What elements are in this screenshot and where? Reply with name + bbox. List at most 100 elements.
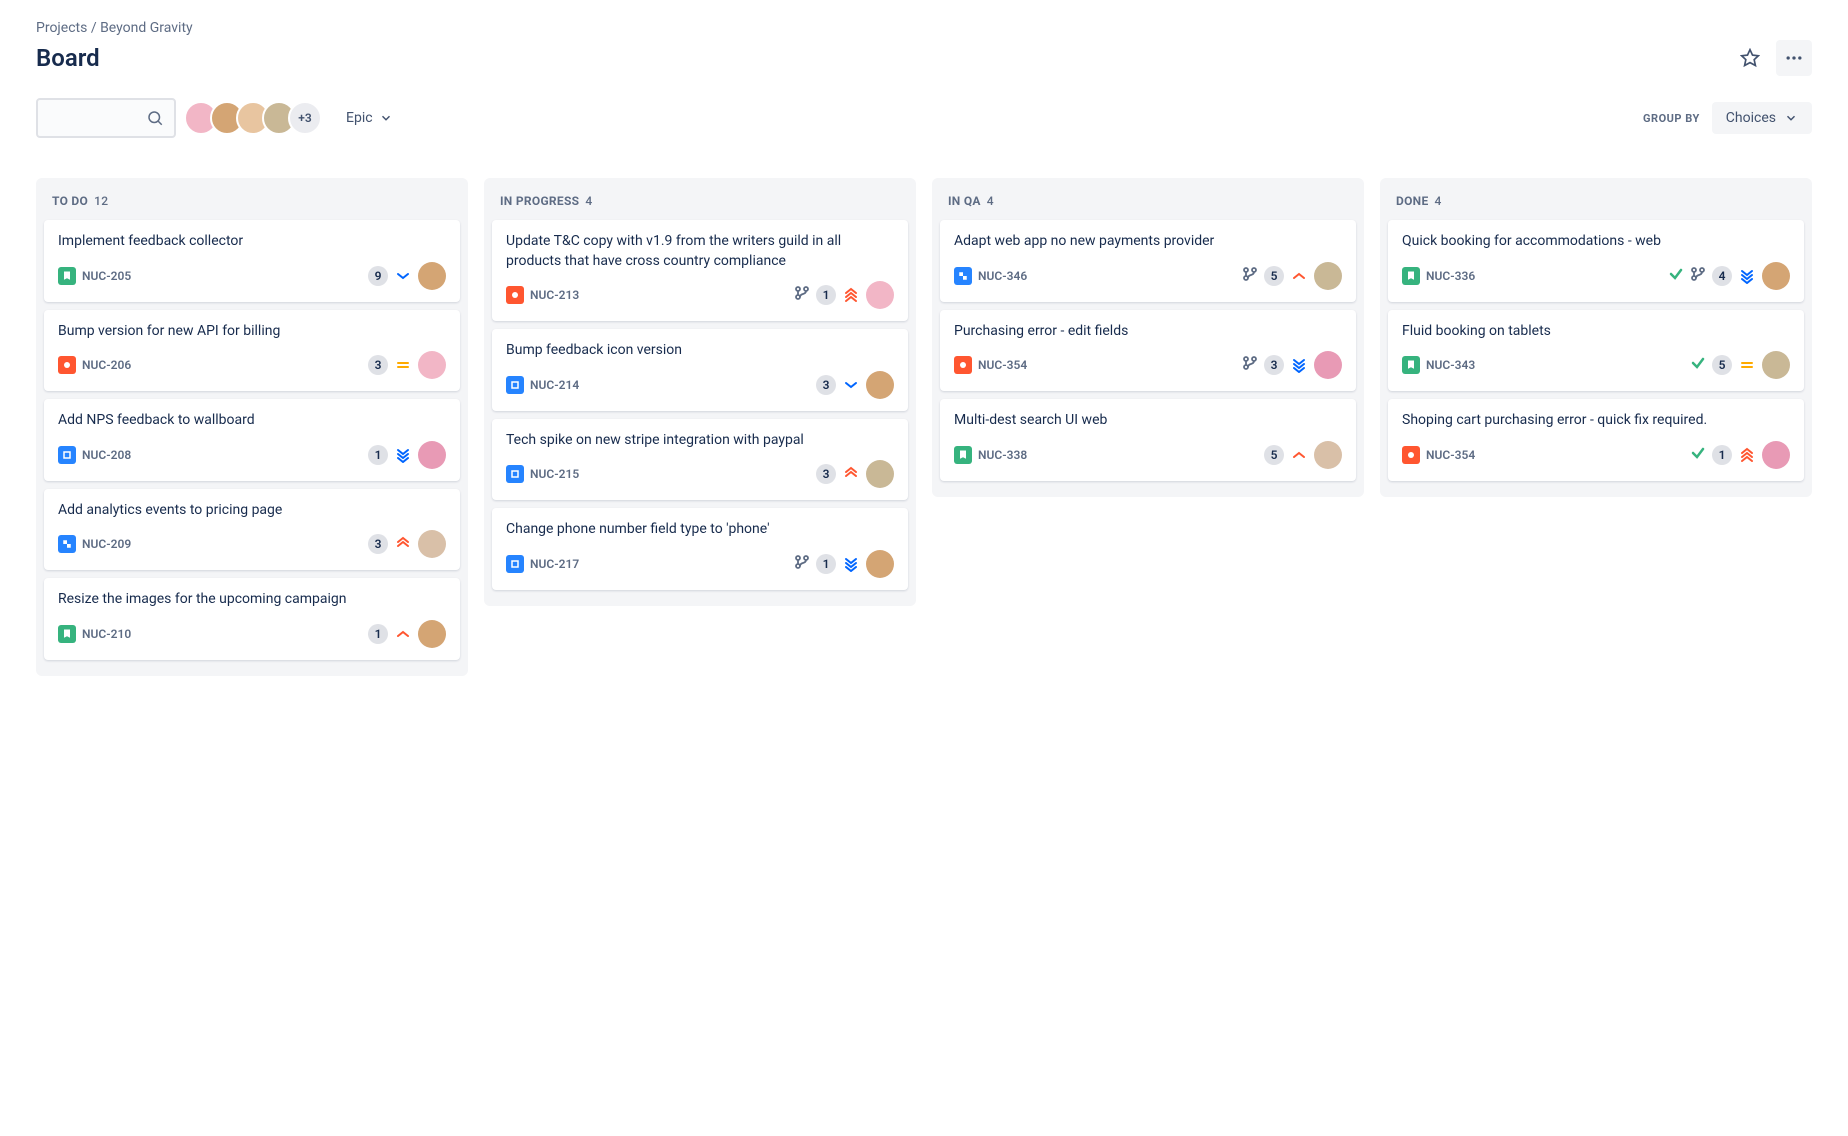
issue-key: NUC-210 xyxy=(82,627,131,641)
branch-icon xyxy=(1242,266,1258,286)
kanban-board: TO DO12 Implement feedback collector NUC… xyxy=(36,178,1812,676)
priority-low-icon xyxy=(842,376,860,394)
story-points-badge: 9 xyxy=(368,266,388,286)
priority-medium-icon xyxy=(394,356,412,374)
story-icon xyxy=(954,446,972,464)
priority-highest-icon xyxy=(842,286,860,304)
assignee-avatar[interactable] xyxy=(866,460,894,488)
star-button[interactable] xyxy=(1732,40,1768,76)
bug-icon xyxy=(506,286,524,304)
story-icon xyxy=(58,625,76,643)
search-input[interactable] xyxy=(36,98,176,138)
card-title: Bump feedback icon version xyxy=(506,341,894,361)
priority-low-icon xyxy=(394,267,412,285)
story-points-badge: 1 xyxy=(816,554,836,574)
issue-card[interactable]: Quick booking for accommodations - web N… xyxy=(1388,220,1804,302)
breadcrumb-project[interactable]: Beyond Gravity xyxy=(100,20,193,36)
issue-key: NUC-214 xyxy=(530,378,579,392)
story-icon xyxy=(58,267,76,285)
star-icon xyxy=(1740,48,1760,68)
breadcrumb-root[interactable]: Projects xyxy=(36,20,87,36)
issue-key: NUC-217 xyxy=(530,557,579,571)
column-count: 4 xyxy=(585,194,592,208)
issue-card[interactable]: Fluid booking on tablets NUC-343 5 xyxy=(1388,310,1804,392)
card-title: Add NPS feedback to wallboard xyxy=(58,411,446,431)
story-icon xyxy=(1402,356,1420,374)
column-header: DONE4 xyxy=(1388,190,1804,220)
issue-card[interactable]: Purchasing error - edit fields NUC-354 3 xyxy=(940,310,1356,392)
priority-medium-icon xyxy=(1738,356,1756,374)
issue-key: NUC-338 xyxy=(978,448,1027,462)
card-title: Purchasing error - edit fields xyxy=(954,322,1342,342)
story-points-badge: 3 xyxy=(816,464,836,484)
assignee-avatar[interactable] xyxy=(866,371,894,399)
check-icon xyxy=(1690,355,1706,375)
assignee-avatar[interactable] xyxy=(1762,441,1790,469)
issue-key: NUC-336 xyxy=(1426,269,1475,283)
story-points-badge: 1 xyxy=(816,285,836,305)
assignee-avatar[interactable] xyxy=(418,351,446,379)
priority-lowest-icon xyxy=(1290,356,1308,374)
chevron-down-icon xyxy=(1784,111,1798,125)
assignee-avatar[interactable] xyxy=(1762,351,1790,379)
assignee-avatar[interactable] xyxy=(418,262,446,290)
story-points-badge: 3 xyxy=(1264,355,1284,375)
task-icon xyxy=(506,465,524,483)
issue-card[interactable]: Bump version for new API for billing NUC… xyxy=(44,310,460,392)
check-icon xyxy=(1668,266,1684,286)
card-title: Resize the images for the upcoming campa… xyxy=(58,590,446,610)
epic-filter[interactable]: Epic xyxy=(338,104,401,132)
story-points-badge: 1 xyxy=(368,624,388,644)
assignee-avatar[interactable] xyxy=(418,530,446,558)
column: TO DO12 Implement feedback collector NUC… xyxy=(36,178,468,676)
issue-card[interactable]: Bump feedback icon version NUC-214 3 xyxy=(492,329,908,411)
breadcrumb: Projects / Beyond Gravity xyxy=(36,20,1812,36)
group-by-label: GROUP BY xyxy=(1643,112,1700,125)
column-header: IN QA4 xyxy=(940,190,1356,220)
group-by-select[interactable]: Choices xyxy=(1712,102,1812,134)
issue-card[interactable]: Update T&C copy with v1.9 from the write… xyxy=(492,220,908,321)
assignee-avatar[interactable] xyxy=(866,281,894,309)
assignee-avatar[interactable] xyxy=(418,620,446,648)
card-title: Fluid booking on tablets xyxy=(1402,322,1790,342)
issue-card[interactable]: Multi-dest search UI web NUC-338 5 xyxy=(940,399,1356,481)
issue-card[interactable]: Adapt web app no new payments provider N… xyxy=(940,220,1356,302)
page-title: Board xyxy=(36,44,100,72)
story-icon xyxy=(1402,267,1420,285)
assignee-avatar[interactable] xyxy=(1314,351,1342,379)
assignee-avatar[interactable] xyxy=(1762,262,1790,290)
issue-key: NUC-205 xyxy=(82,269,131,283)
issue-card[interactable]: Add NPS feedback to wallboard NUC-208 1 xyxy=(44,399,460,481)
assignee-avatar[interactable] xyxy=(418,441,446,469)
assignee-avatar[interactable] xyxy=(866,550,894,578)
assignee-avatar[interactable] xyxy=(1314,262,1342,290)
avatar-overflow[interactable]: +3 xyxy=(288,101,322,135)
check-icon xyxy=(1690,445,1706,465)
bug-icon xyxy=(58,356,76,374)
issue-card[interactable]: Resize the images for the upcoming campa… xyxy=(44,578,460,660)
card-title: Implement feedback collector xyxy=(58,232,446,252)
assignee-avatar[interactable] xyxy=(1314,441,1342,469)
card-title: Quick booking for accommodations - web xyxy=(1402,232,1790,252)
issue-card[interactable]: Shoping cart purchasing error - quick fi… xyxy=(1388,399,1804,481)
issue-card[interactable]: Implement feedback collector NUC-205 9 xyxy=(44,220,460,302)
column-count: 4 xyxy=(1435,194,1442,208)
issue-card[interactable]: Add analytics events to pricing page NUC… xyxy=(44,489,460,571)
priority-highest-icon xyxy=(1738,446,1756,464)
more-button[interactable] xyxy=(1776,40,1812,76)
issue-card[interactable]: Tech spike on new stripe integration wit… xyxy=(492,419,908,501)
issue-card[interactable]: Change phone number field type to 'phone… xyxy=(492,508,908,590)
task-icon xyxy=(58,446,76,464)
chevron-down-icon xyxy=(379,111,393,125)
card-title: Adapt web app no new payments provider xyxy=(954,232,1342,252)
issue-key: NUC-209 xyxy=(82,537,131,551)
column: DONE4 Quick booking for accommodations -… xyxy=(1380,178,1812,497)
column-count: 12 xyxy=(94,194,108,208)
column: IN PROGRESS4 Update T&C copy with v1.9 f… xyxy=(484,178,916,606)
story-points-badge: 1 xyxy=(368,445,388,465)
story-points-badge: 4 xyxy=(1712,266,1732,286)
search-icon xyxy=(146,109,164,127)
card-title: Tech spike on new stripe integration wit… xyxy=(506,431,894,451)
priority-lowest-icon xyxy=(394,446,412,464)
assignee-filter[interactable]: +3 xyxy=(192,101,322,135)
